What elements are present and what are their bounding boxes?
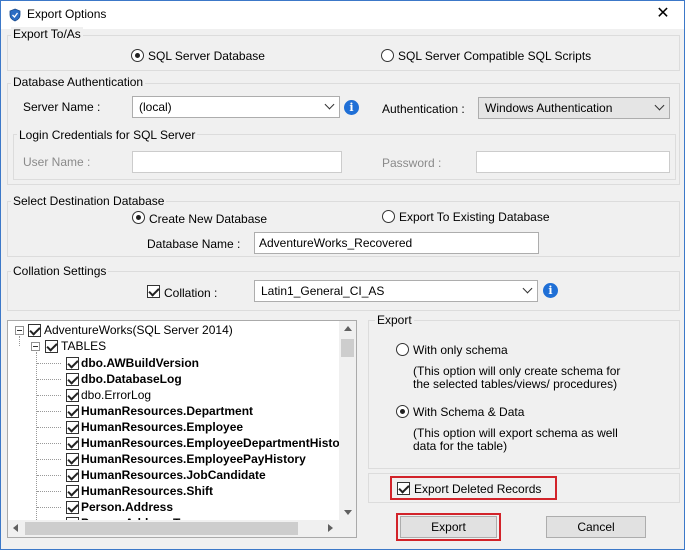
password-input[interactable] [476,151,670,173]
server-name-value: (local) [139,100,172,114]
radio-create-new-database[interactable] [132,211,145,224]
collation-combo[interactable]: Latin1_General_CI_AS [254,280,538,302]
window-title: Export Options [27,7,107,21]
collation-checkbox-label: Collation : [164,286,218,300]
tree-item-label: HumanResources.Shift [81,484,214,498]
tree-line [37,475,61,476]
database-name-input[interactable]: AdventureWorks_Recovered [254,232,539,254]
chevron-down-icon [324,99,335,110]
login-credentials-legend: Login Credentials for SQL Server [17,128,198,142]
tree-item-checkbox[interactable] [66,437,79,450]
tree-line [37,507,61,508]
radio-schema-and-data-label: With Schema & Data [413,405,525,419]
export-deleted-label: Export Deleted Records [414,482,542,496]
authentication-value: Windows Authentication [485,101,613,115]
tree-item-label: HumanResources.Employee [81,420,244,434]
tree-item-checkbox[interactable] [66,405,79,418]
tree-item-checkbox[interactable] [66,485,79,498]
export-deleted-checkbox[interactable] [397,482,410,495]
tree-line [37,427,61,428]
tree-item-checkbox[interactable] [66,501,79,514]
tree-line [37,363,61,364]
tree-root-checkbox[interactable] [28,324,41,337]
tree-collapse-icon[interactable] [31,342,40,351]
export-options-dialog: Export Options ✕ Export To/As SQL Server… [0,0,685,550]
tree-folder-label: TABLES [61,339,107,353]
radio-export-existing-database[interactable] [382,210,395,223]
tree-item-checkbox[interactable] [66,421,79,434]
tree-horizontal-scrollbar[interactable] [8,520,356,537]
radio-sql-server-database-label: SQL Server Database [148,49,265,63]
radio-sql-scripts[interactable] [381,49,394,62]
tree-line [37,459,61,460]
user-name-input[interactable] [132,151,342,173]
title-bar: Export Options ✕ [1,1,684,29]
export-button[interactable]: Export [400,516,497,538]
tree-item-label: HumanResources.Department [81,404,254,418]
only-schema-description-line2: the selected tables/views/ procedures) [413,377,618,391]
radio-create-new-database-label: Create New Database [149,212,268,226]
only-schema-description-line1: (This option will only create schema for [413,364,621,378]
password-label: Password : [382,156,442,170]
chevron-down-icon [522,283,533,294]
tree-item-checkbox[interactable] [66,389,79,402]
tree-root-label: AdventureWorks(SQL Server 2014) [44,323,233,337]
tree-item-label: HumanResources.EmployeeDepartmentHistory [81,436,352,450]
scroll-up-icon[interactable] [344,326,352,331]
collation-value: Latin1_General_CI_AS [261,284,385,298]
db-auth-legend: Database Authentication [11,75,146,89]
server-name-combo[interactable]: (local) [132,96,340,118]
schema-data-description-line2: data for the table) [413,439,508,453]
tables-folder-checkbox[interactable] [45,340,58,353]
tree-item-checkbox[interactable] [66,357,79,370]
radio-sql-scripts-label: SQL Server Compatible SQL Scripts [398,49,592,63]
user-name-label: User Name : [23,155,91,169]
app-shield-icon [9,8,21,22]
table-tree-view[interactable]: AdventureWorks(SQL Server 2014) TABLES d… [7,320,357,538]
info-icon[interactable]: i [543,283,558,298]
export-to-legend: Export To/As [11,27,83,41]
tree-item-checkbox[interactable] [66,453,79,466]
tree-line [37,491,61,492]
radio-sql-server-database[interactable] [131,49,144,62]
tree-collapse-icon[interactable] [15,326,24,335]
close-icon[interactable]: ✕ [648,3,678,25]
server-name-label: Server Name : [23,100,101,114]
cancel-button[interactable]: Cancel [546,516,646,538]
tree-item-label: Person.Address [81,500,174,514]
tree-item-label: HumanResources.EmployeePayHistory [81,452,306,466]
scroll-left-icon[interactable] [13,524,18,532]
tree-line [37,443,61,444]
tree-vertical-scrollbar[interactable] [339,321,356,520]
tree-item-checkbox[interactable] [66,469,79,482]
authentication-label: Authentication : [382,102,465,116]
tree-line [37,395,61,396]
tree-line [37,379,61,380]
destination-legend: Select Destination Database [11,194,167,208]
scroll-right-icon[interactable] [328,524,333,532]
tree-line [37,411,61,412]
tree-line [19,336,20,346]
collation-legend: Collation Settings [11,264,109,278]
radio-only-schema-label: With only schema [413,343,508,357]
tree-item-label: dbo.ErrorLog [81,388,152,402]
collation-checkbox[interactable] [147,285,160,298]
radio-only-schema[interactable] [396,343,409,356]
tree-item-label: dbo.AWBuildVersion [81,356,200,370]
scroll-down-icon[interactable] [344,510,352,515]
database-name-label: Database Name : [147,237,241,251]
tree-horizontal-thumb[interactable] [25,522,298,535]
tree-vertical-thumb[interactable] [341,339,354,357]
schema-data-description-line1: (This option will export schema as well [413,426,618,440]
chevron-down-icon [654,100,665,111]
authentication-combo[interactable]: Windows Authentication [478,97,670,119]
info-icon[interactable]: i [344,100,359,115]
export-legend: Export [375,313,414,327]
tree-item-label: HumanResources.JobCandidate [81,468,266,482]
tree-item-checkbox[interactable] [66,373,79,386]
radio-export-existing-database-label: Export To Existing Database [399,210,550,224]
tree-item-label: dbo.DatabaseLog [81,372,182,386]
database-name-value: AdventureWorks_Recovered [259,236,413,250]
radio-schema-and-data[interactable] [396,405,409,418]
